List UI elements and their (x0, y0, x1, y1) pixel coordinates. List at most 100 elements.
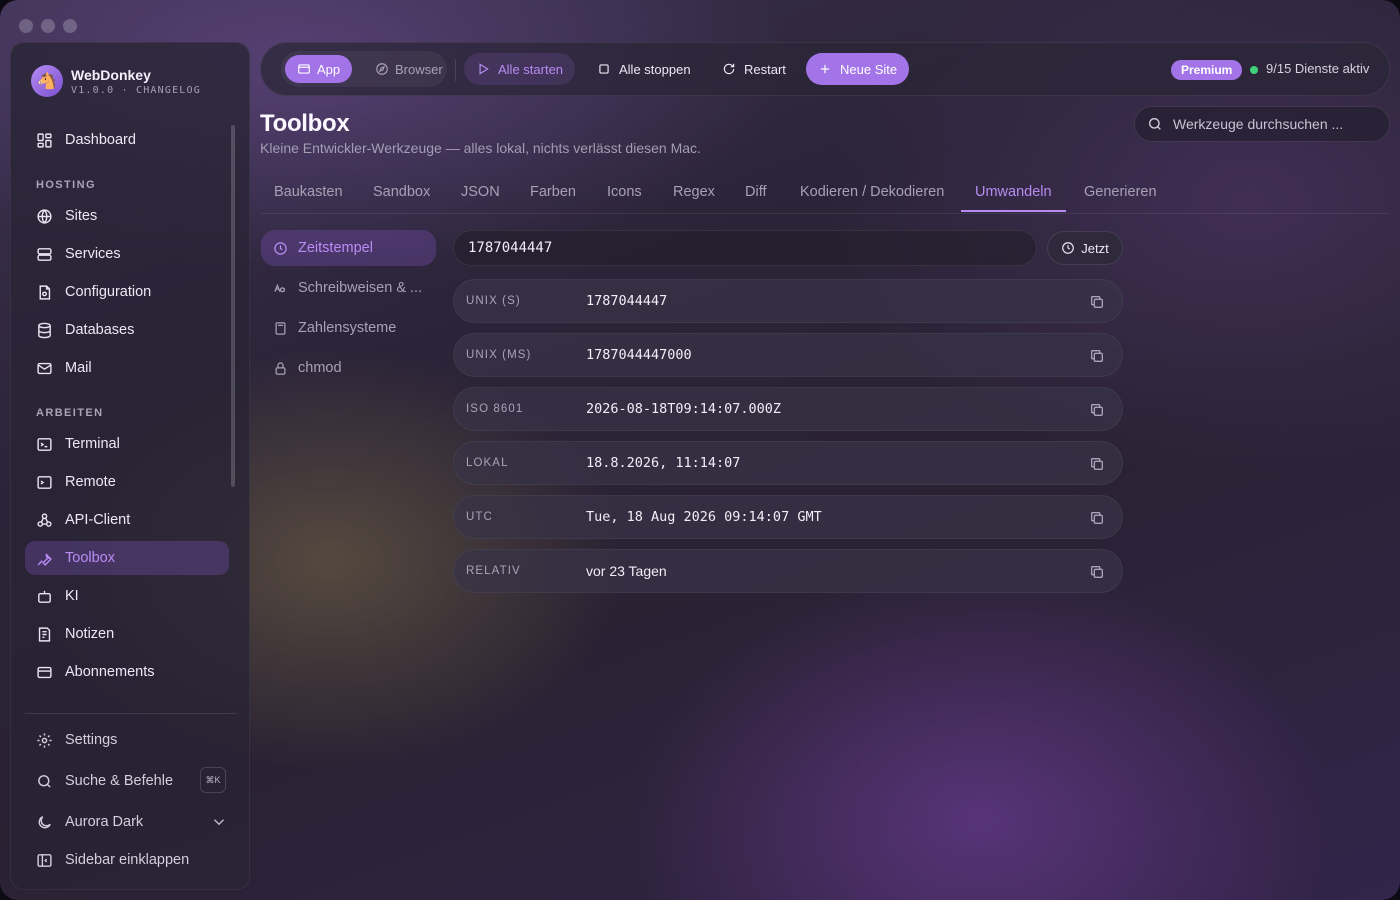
subnav-label: Zahlensysteme (298, 320, 397, 336)
tab-generieren[interactable]: Generieren (1084, 184, 1157, 200)
tool-search-input[interactable] (1173, 116, 1373, 132)
play-icon (479, 63, 489, 75)
result-value: Tue, 18 Aug 2026 09:14:07 GMT (586, 509, 822, 525)
result-row-iso-8601: ISO 8601 2026-08-18T09:14:07.000Z (453, 387, 1123, 431)
sidebar-item-dashboard[interactable]: Dashboard (25, 123, 229, 157)
mode-app-button[interactable]: App (285, 55, 353, 83)
sidebar-item-label: Dashboard (65, 132, 136, 148)
mode-browser-button[interactable]: Browser (363, 55, 455, 83)
restart-button[interactable]: Restart (710, 53, 798, 85)
result-label: UTC (466, 511, 493, 523)
stop-icon (599, 64, 609, 74)
stop-all-label: Alle stoppen (619, 61, 691, 77)
now-button[interactable]: Jetzt (1047, 231, 1123, 265)
sidebar-collapse-button[interactable]: Sidebar einklappen (25, 843, 229, 877)
start-all-label: Alle starten (498, 61, 564, 77)
sidebar-item-sites[interactable]: Sites (25, 199, 229, 233)
sidebar-divider (25, 713, 237, 714)
sidebar-item-settings[interactable]: Settings (25, 723, 229, 757)
result-value: vor 23 Tagen (586, 563, 667, 579)
section-label-arbeiten: ARBEITEN (36, 407, 104, 419)
refresh-icon (723, 63, 735, 75)
version-changelog-link[interactable]: V1.0.0 · CHANGELOG (71, 85, 201, 96)
sidebar-item-mail[interactable]: Mail (25, 351, 229, 385)
restart-label: Restart (744, 61, 786, 77)
sidebar-item-ki[interactable]: KI (25, 579, 229, 613)
minimize-window-button[interactable] (41, 19, 55, 33)
sidebar-item-toolbox[interactable]: Toolbox (25, 541, 229, 575)
subnav-schreibweisen[interactable]: Schreibweisen & ... (261, 270, 436, 306)
result-label: UNIX (S) (466, 295, 521, 307)
page-title: Toolbox (260, 110, 350, 137)
moon-icon (38, 815, 51, 828)
tab-farben[interactable]: Farben (530, 184, 576, 200)
sidebar-item-abonnements[interactable]: Abonnements (25, 655, 229, 689)
subnav-label: Zeitstempel (298, 240, 373, 256)
services-status[interactable]: 9/15 Dienste aktiv (1266, 61, 1369, 76)
start-all-button[interactable]: Alle starten (464, 53, 576, 85)
new-site-label: Neue Site (840, 61, 898, 77)
sidebar-scrollbar[interactable] (231, 125, 235, 487)
chevron-down-icon[interactable] (210, 813, 228, 831)
active-tab-indicator (961, 210, 1066, 212)
sidebar-item-label: API-Client (65, 512, 131, 528)
config-file-icon (39, 284, 51, 300)
sidebar-item-remote[interactable]: Remote (25, 465, 229, 499)
tab-regex[interactable]: Regex (673, 184, 715, 200)
close-window-button[interactable] (19, 19, 33, 33)
calculator-icon (275, 321, 286, 335)
subnav-zahlensysteme[interactable]: Zahlensysteme (261, 310, 436, 346)
mail-icon (37, 362, 52, 374)
tab-icons[interactable]: Icons (607, 184, 642, 200)
sidebar-item-api-client[interactable]: API-Client (25, 503, 229, 537)
tab-kodieren[interactable]: Kodieren / Dekodieren (800, 184, 944, 200)
sidebar: 🐴 WebDonkey V1.0.0 · CHANGELOG Dashboard… (10, 42, 250, 890)
lock-icon (275, 361, 286, 375)
copy-icon[interactable] (1089, 348, 1105, 364)
server-icon (37, 247, 52, 261)
copy-icon[interactable] (1089, 510, 1105, 526)
sidebar-item-label: Sidebar einklappen (65, 852, 190, 868)
sidebar-item-label: Services (65, 246, 121, 262)
robot-icon (38, 590, 51, 603)
top-toolbar: App Browser Alle starten Alle stoppen Re… (260, 42, 1390, 96)
result-value: 18.8.2026, 11:14:07 (586, 455, 741, 471)
subnav-chmod[interactable]: chmod (261, 350, 436, 386)
brand[interactable]: 🐴 WebDonkey V1.0.0 · CHANGELOG (31, 65, 201, 97)
sidebar-item-configuration[interactable]: Configuration (25, 275, 229, 309)
tab-json[interactable]: JSON (461, 184, 500, 200)
gear-icon (37, 732, 52, 748)
result-label: LOKAL (466, 457, 509, 469)
subnav-zeitstempel[interactable]: Zeitstempel (261, 230, 436, 266)
result-row-relativ: RELATIV vor 23 Tagen (453, 549, 1123, 593)
shortcut-hint: ⌘K (200, 767, 226, 793)
tab-umwandeln[interactable]: Umwandeln (975, 184, 1052, 200)
copy-icon[interactable] (1089, 294, 1105, 310)
dashboard-icon (37, 132, 52, 148)
tab-baukasten[interactable]: Baukasten (274, 184, 343, 200)
section-label-hosting: HOSTING (36, 179, 96, 191)
timestamp-input[interactable] (453, 230, 1037, 266)
tab-diff[interactable]: Diff (745, 184, 767, 200)
result-value: 1787044447000 (586, 347, 692, 363)
sidebar-item-label: Settings (65, 732, 118, 748)
tab-sandbox[interactable]: Sandbox (373, 184, 430, 200)
sidebar-item-search-commands[interactable]: Suche & Befehle (25, 764, 229, 798)
theme-selector[interactable]: Aurora Dark (25, 805, 229, 839)
credit-card-icon (37, 666, 52, 678)
premium-badge: Premium (1171, 60, 1243, 80)
result-label: ISO 8601 (466, 403, 524, 415)
sidebar-item-databases[interactable]: Databases (25, 313, 229, 347)
new-site-button[interactable]: Neue Site (806, 53, 910, 85)
sidebar-item-label: Suche & Befehle (65, 773, 174, 789)
zoom-window-button[interactable] (63, 19, 77, 33)
stop-all-button[interactable]: Alle stoppen (585, 53, 703, 85)
copy-icon[interactable] (1089, 402, 1105, 418)
sidebar-item-notizen[interactable]: Notizen (25, 617, 229, 651)
sidebar-item-label: Notizen (65, 626, 115, 642)
now-button-label: Jetzt (1081, 240, 1109, 256)
copy-icon[interactable] (1089, 456, 1105, 472)
sidebar-item-services[interactable]: Services (25, 237, 229, 271)
copy-icon[interactable] (1089, 564, 1105, 580)
sidebar-item-terminal[interactable]: Terminal (25, 427, 229, 461)
